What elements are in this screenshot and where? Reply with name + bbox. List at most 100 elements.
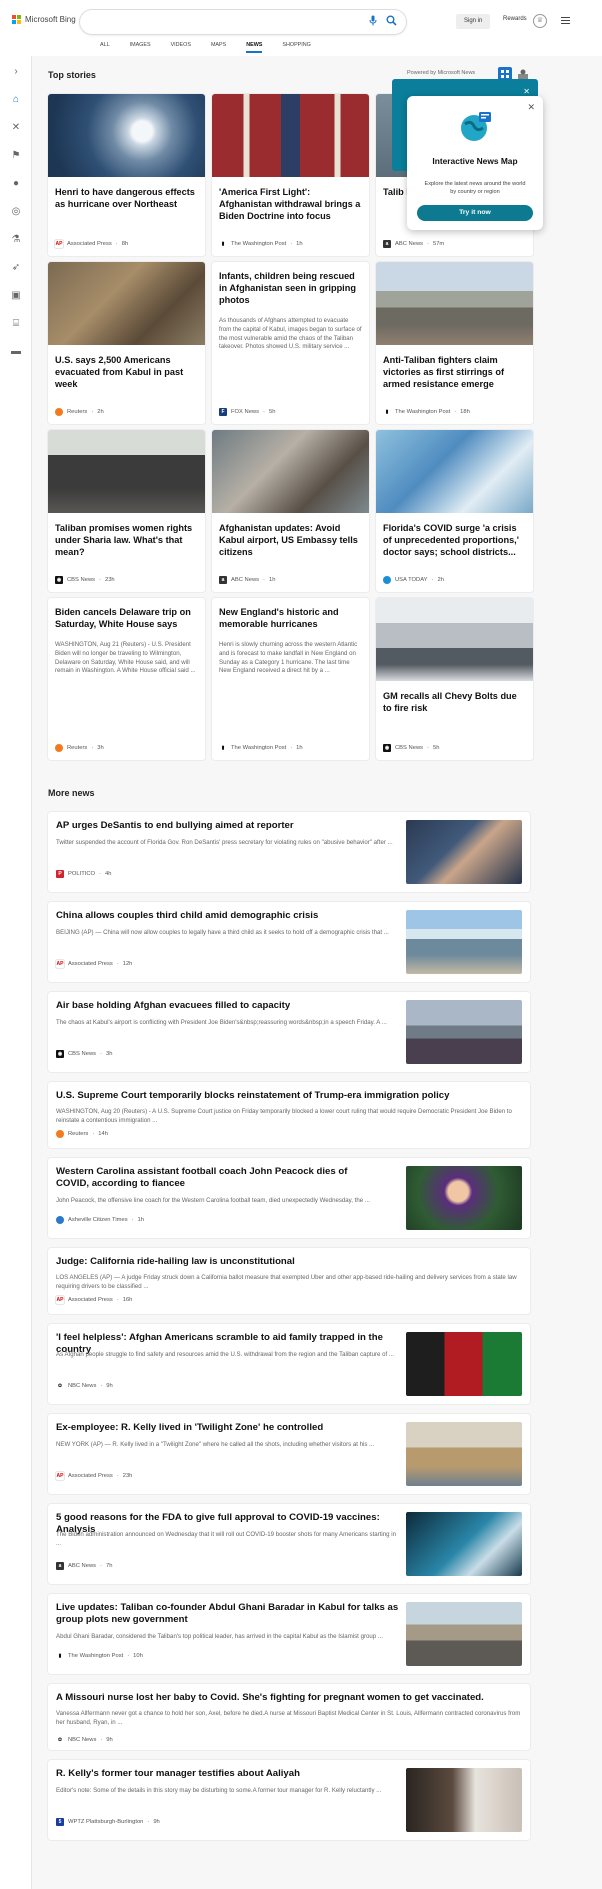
story-card[interactable]: Florida's COVID surge 'a crisis of unpre…	[376, 430, 533, 592]
globe-icon[interactable]: ◎	[10, 206, 22, 218]
tab-shopping[interactable]: SHOPPING	[272, 41, 320, 55]
news-source: AP Associated Press · 23h	[56, 1472, 133, 1480]
story-card[interactable]: Taliban promises women rights under Shar…	[48, 430, 205, 592]
news-row[interactable]: Ex-employee: R. Kelly lived in 'Twilight…	[48, 1414, 530, 1494]
abc-logo-icon: a	[383, 240, 391, 248]
story-image	[376, 262, 533, 345]
news-source: Asheville Citizen Times · 1h	[56, 1216, 144, 1224]
story-headline: GM recalls all Chevy Bolts due to fire r…	[383, 691, 517, 713]
popup-title: Interactive News Map	[432, 156, 518, 166]
tab-videos[interactable]: VIDEOS	[161, 41, 201, 55]
news-row[interactable]: Western Carolina assistant football coac…	[48, 1158, 530, 1238]
story-source: ▮ The Washington Post · 1h	[219, 744, 303, 752]
story-card[interactable]: Infants, children being rescued in Afgha…	[212, 262, 369, 424]
location-icon[interactable]: ●	[10, 178, 22, 190]
story-card[interactable]: 'America First Light': Afghanistan withd…	[212, 94, 369, 256]
tab-all[interactable]: ALL	[90, 41, 120, 55]
microsoft-logo-icon	[12, 15, 21, 24]
science-icon[interactable]: ⚗	[10, 234, 22, 246]
story-card[interactable]: GM recalls all Chevy Bolts due to fire r…	[376, 598, 533, 760]
microphone-icon[interactable]	[367, 15, 379, 27]
powered-by-label: Powered by Microsoft News	[407, 70, 476, 76]
story-card[interactable]: Afghanistan updates: Avoid Kabul airport…	[212, 430, 369, 592]
news-row[interactable]: Judge: California ride-hailing law is un…	[48, 1248, 530, 1314]
news-summary: WASHINGTON, Aug 20 (Reuters) - A U.S. Su…	[56, 1108, 512, 1125]
news-summary: Abdul Ghani Baradar, considered the Tali…	[56, 1633, 383, 1640]
story-source: a ABC News · 1h	[219, 576, 275, 584]
story-image	[376, 430, 533, 513]
news-row[interactable]: A Missouri nurse lost her baby to Covid.…	[48, 1684, 530, 1750]
news-summary: Vanessa Allfermann never got a chance to…	[56, 1710, 521, 1727]
tab-maps[interactable]: MAPS	[201, 41, 236, 55]
news-thumbnail	[406, 1768, 522, 1832]
try-it-now-button[interactable]: Try it now	[417, 205, 533, 221]
abc-logo-icon: a	[219, 576, 227, 584]
news-row[interactable]: 'I feel helpless': Afghan Americans scra…	[48, 1324, 530, 1404]
story-source: AP Associated Press · 8h	[55, 240, 129, 248]
story-summary: As thousands of Afghans attempted to eva…	[219, 316, 362, 351]
story-image	[48, 262, 205, 345]
news-source: ▮ The Washington Post · 10h	[56, 1652, 143, 1660]
expand-chevron-icon[interactable]: ›	[10, 66, 22, 78]
rewards-link[interactable]: Rewards	[503, 16, 527, 22]
news-summary: John Peacock, the offensive line coach f…	[56, 1197, 370, 1204]
banner-close-icon[interactable]: ✕	[523, 87, 530, 96]
story-card[interactable]: Anti-Taliban fighters claim victories as…	[376, 262, 533, 424]
story-headline: Infants, children being rescued in Afgha…	[219, 271, 356, 305]
bing-logo[interactable]: Microsoft Bing	[12, 15, 76, 24]
news-summary: BEIJING (AP) — China will now allow coup…	[56, 929, 389, 936]
search-tabs: ALL IMAGES VIDEOS MAPS NEWS SHOPPING	[90, 41, 321, 55]
search-input[interactable]	[80, 10, 406, 34]
story-card[interactable]: Biden cancels Delaware trip on Saturday,…	[48, 598, 205, 760]
business-icon[interactable]: ⌸	[10, 318, 22, 330]
home-icon[interactable]: ⌂	[10, 94, 22, 106]
rocket-icon[interactable]: ➶	[10, 262, 22, 274]
story-card[interactable]: Henri to have dangerous effects as hurri…	[48, 94, 205, 256]
news-thumbnail	[406, 1166, 522, 1230]
news-headline: AP urges DeSantis to end bullying aimed …	[56, 820, 294, 831]
wptz-logo-icon: 5	[56, 1818, 64, 1826]
close-icon[interactable]: ✕	[527, 102, 535, 113]
story-card[interactable]: U.S. says 2,500 Americans evacuated from…	[48, 262, 205, 424]
news-thumbnail	[406, 1422, 522, 1486]
globe-news-icon	[459, 110, 491, 142]
washington-post-logo-icon: ▮	[56, 1652, 64, 1660]
news-summary: Editor's note: Some of the details in th…	[56, 1787, 382, 1794]
news-row[interactable]: Live updates: Taliban co-founder Abdul G…	[48, 1594, 530, 1674]
asheville-citizen-times-logo-icon	[56, 1216, 64, 1224]
reuters-logo-icon	[55, 408, 63, 416]
news-thumbnail	[406, 1602, 522, 1666]
news-row[interactable]: China allows couples third child amid de…	[48, 902, 530, 982]
story-card[interactable]: New England's historic and memorable hur…	[212, 598, 369, 760]
story-summary: Henri is slowly churning across the west…	[219, 640, 358, 675]
story-source: ◉ CBS News · 5h	[383, 744, 440, 752]
tab-news[interactable]: NEWS	[236, 41, 272, 55]
nbc-peacock-icon: ✿	[56, 1736, 64, 1744]
news-source: 5 WPTZ Plattsburgh-Burlington · 9h	[56, 1818, 160, 1826]
news-headline: R. Kelly's former tour manager testifies…	[56, 1768, 300, 1779]
news-row[interactable]: R. Kelly's former tour manager testifies…	[48, 1760, 530, 1840]
news-row[interactable]: 5 good reasons for the FDA to give full …	[48, 1504, 530, 1584]
flag-icon[interactable]: ⚑	[10, 150, 22, 162]
news-source: ◉ CBS News · 3h	[56, 1050, 113, 1058]
sign-in-button[interactable]: Sign in	[456, 14, 491, 29]
news-row[interactable]: U.S. Supreme Court temporarily blocks re…	[48, 1082, 530, 1148]
tab-images[interactable]: IMAGES	[120, 41, 161, 55]
rewards-trophy-icon[interactable]: ♕	[533, 14, 547, 28]
news-headline: Live updates: Taliban co-founder Abdul G…	[56, 1602, 399, 1626]
news-source: ✿ NBC News · 9h	[56, 1736, 113, 1744]
story-summary: WASHINGTON, Aug 21 (Reuters) - U.S. Pres…	[55, 640, 196, 675]
menu-icon[interactable]	[561, 17, 570, 26]
washington-post-logo-icon: ▮	[383, 408, 391, 416]
popup-description: Explore the latest news around the world…	[424, 181, 526, 196]
money-icon[interactable]: ▬	[10, 346, 22, 358]
news-row[interactable]: Air base holding Afghan evacuees filled …	[48, 992, 530, 1072]
news-row[interactable]: AP urges DeSantis to end bullying aimed …	[48, 812, 530, 892]
entertainment-icon[interactable]: ▣	[10, 290, 22, 302]
tools-icon[interactable]: ✕	[10, 122, 22, 134]
washington-post-logo-icon: ▮	[219, 744, 227, 752]
news-summary: NEW YORK (AP) — R. Kelly lived in a "Twi…	[56, 1441, 375, 1448]
story-image	[212, 94, 369, 177]
news-summary: The Biden administration announced on We…	[56, 1531, 396, 1548]
search-icon[interactable]	[385, 15, 397, 27]
